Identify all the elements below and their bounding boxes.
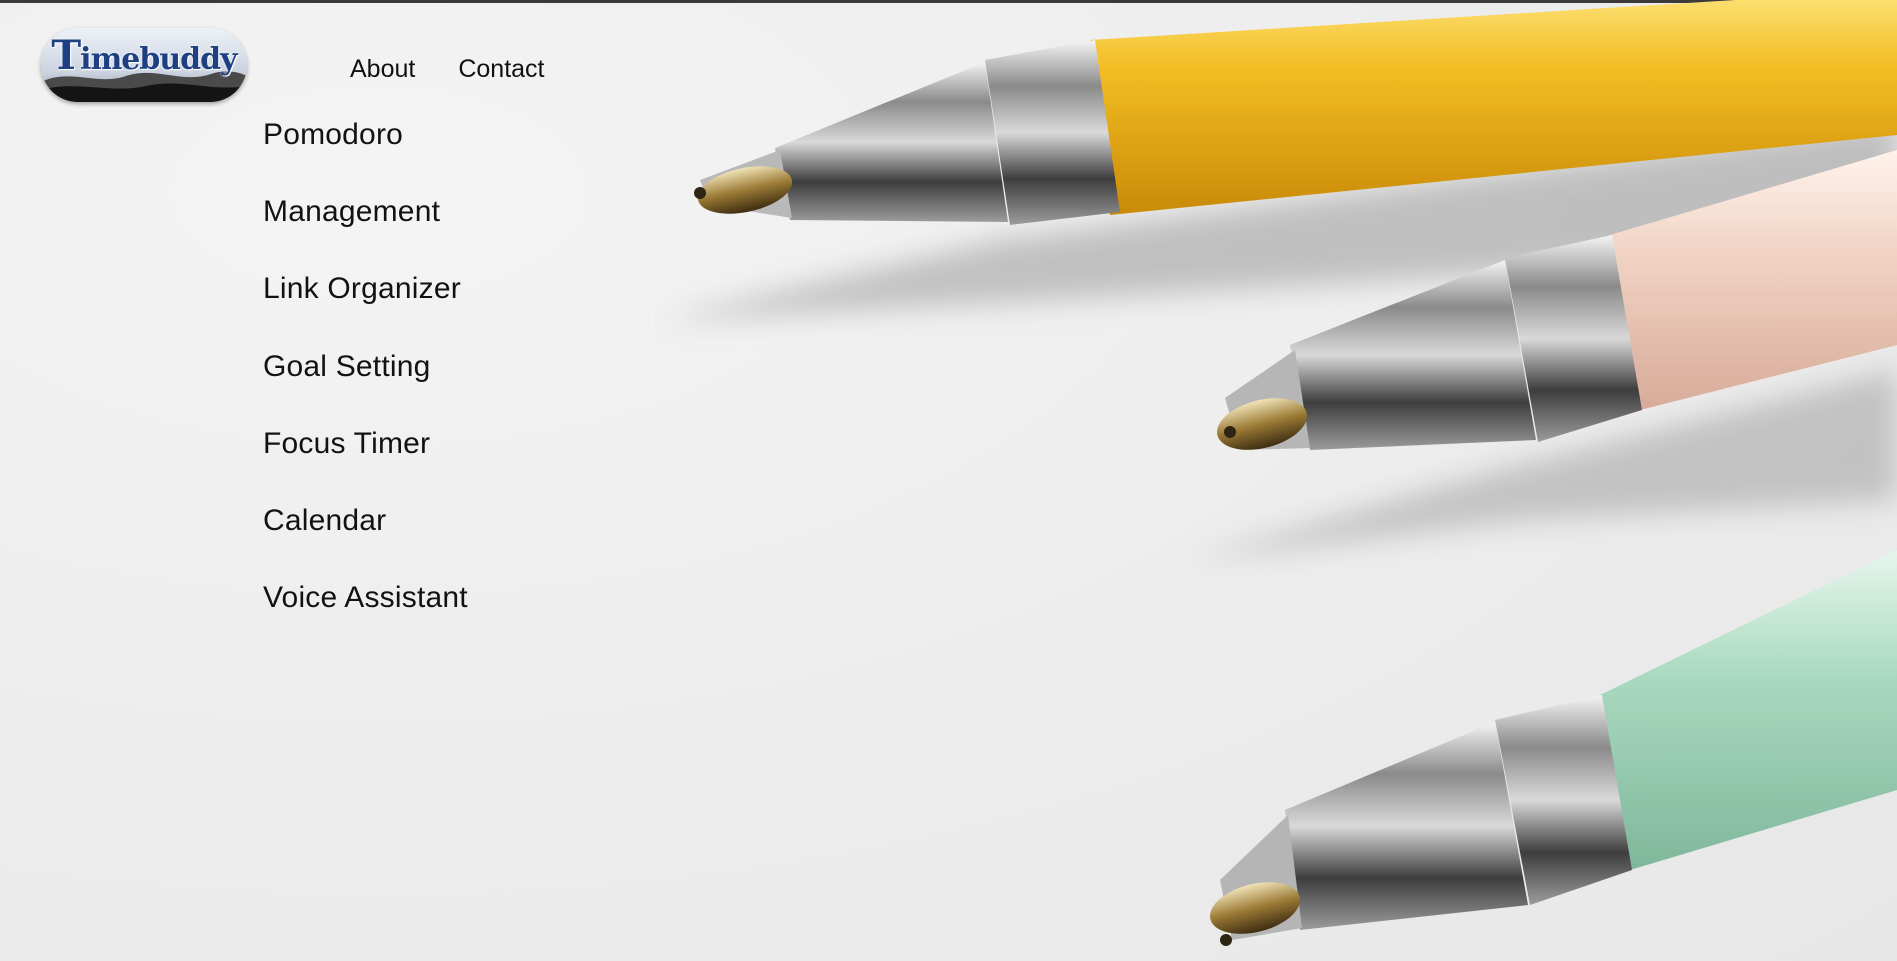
page: Timebuddy About Contact Pomodoro Managem…	[0, 0, 1897, 961]
menu-item-calendar[interactable]: Calendar	[263, 504, 468, 581]
nav-about-link[interactable]: About	[350, 55, 415, 84]
green-pen	[1209, 550, 1897, 946]
nav-contact-link[interactable]: Contact	[458, 55, 544, 84]
menu-item-goal-setting[interactable]: Goal Setting	[263, 350, 468, 427]
menu-item-link-organizer[interactable]: Link Organizer	[263, 272, 468, 349]
menu-item-voice-assistant[interactable]: Voice Assistant	[263, 581, 468, 658]
menu-item-management[interactable]: Management	[263, 195, 468, 272]
logo-wordmark: Timebuddy	[51, 32, 237, 79]
menu-item-pomodoro[interactable]: Pomodoro	[263, 118, 468, 195]
timebuddy-logo[interactable]: Timebuddy	[41, 28, 247, 102]
feature-menu: Pomodoro Management Link Organizer Goal …	[263, 118, 468, 658]
menu-item-focus-timer[interactable]: Focus Timer	[263, 427, 468, 504]
top-navigation: About Contact	[350, 55, 545, 84]
